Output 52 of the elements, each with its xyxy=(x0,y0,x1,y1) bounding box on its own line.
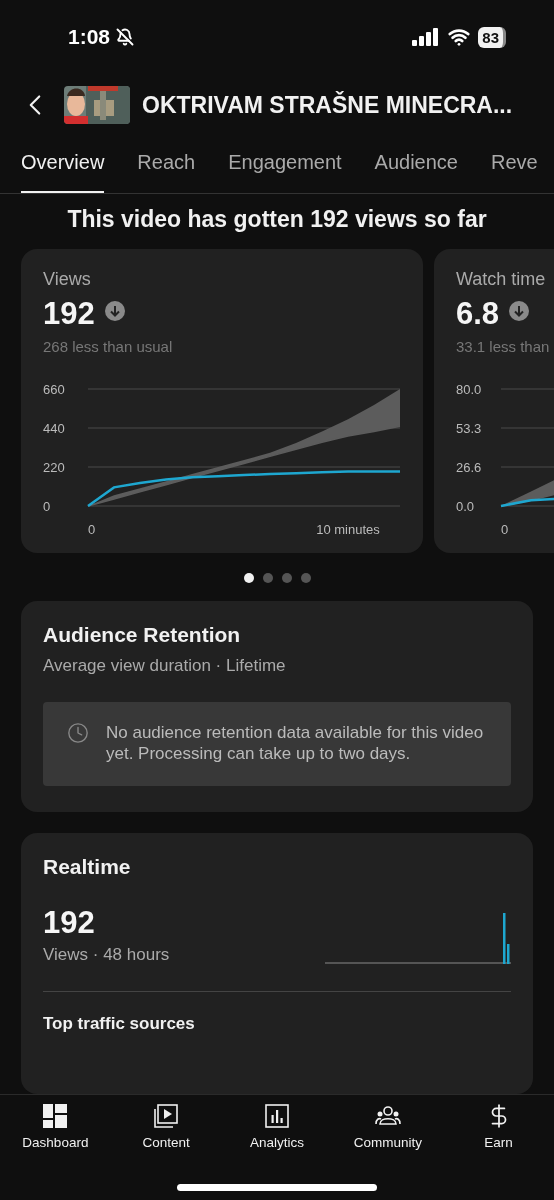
metric-label: Views xyxy=(43,269,92,290)
realtime-caption: Views · 48 hours xyxy=(43,945,170,965)
video-title: OKTRIVAM STRAŠNE MINECRA... xyxy=(142,91,513,119)
y-tick-label: 0.0 xyxy=(456,499,475,514)
tab[interactable]: Engagement xyxy=(228,134,342,193)
y-tick-label: 0 xyxy=(43,499,51,514)
nav-item[interactable]: Community xyxy=(337,1103,438,1150)
metric-label: Watch time xyxy=(456,269,547,290)
nav-item[interactable]: Earn xyxy=(448,1103,549,1150)
trend-line xyxy=(500,497,554,508)
y-tick-label: 440 xyxy=(43,421,65,436)
y-tick-label: 26.6 xyxy=(456,460,482,476)
battery-level: 83 xyxy=(478,26,506,48)
nav-item[interactable]: Analytics xyxy=(227,1103,327,1150)
y-tick-label: 53.3 xyxy=(456,421,482,437)
dashboard-icon xyxy=(42,1103,69,1129)
signal-icon xyxy=(412,28,441,46)
metric-card[interactable]: Views 192 268 less than usual 0 220 440 660 0 10 minutes xyxy=(21,249,423,553)
clock-icon xyxy=(67,722,89,744)
section-heading: Top traffic sources xyxy=(43,1014,196,1034)
bar-chart-icon xyxy=(264,1103,290,1129)
nav-item[interactable]: Dashboard xyxy=(5,1103,106,1150)
y-tick-label: 80.0 xyxy=(456,382,482,397)
card-subtitle: Average view duration · Lifetime xyxy=(43,656,287,676)
card-title: Realtime xyxy=(43,855,132,879)
metric-comparison: 268 less than usual xyxy=(43,338,174,355)
page-dot[interactable] xyxy=(262,573,273,583)
card-title: Audience Retention xyxy=(43,623,242,647)
bell-off-icon xyxy=(116,28,135,46)
metric-card[interactable]: Watch time 6.8 33.1 less than 0.0 26.6 53.3 80.0 0 xyxy=(434,249,554,553)
wifi-icon xyxy=(448,26,471,48)
metric-value: 6.8 xyxy=(456,296,500,332)
tab[interactable]: Audience xyxy=(374,134,458,193)
tab[interactable]: Reve xyxy=(491,134,538,193)
page-dot[interactable] xyxy=(300,573,311,583)
metric-comparison: 33.1 less than xyxy=(456,338,551,355)
realtime-value: 192 xyxy=(43,905,96,941)
tab[interactable]: Overview xyxy=(21,134,105,193)
y-tick-label: 220 xyxy=(43,460,65,475)
notice-text: No audience retention data available for this video yet. Processing can take up to two days. xyxy=(106,722,485,764)
page-dot[interactable] xyxy=(281,573,292,583)
nav-item[interactable]: Content xyxy=(116,1103,217,1150)
y-tick-label: 660 xyxy=(43,382,65,397)
clock-time: 1:08 xyxy=(68,25,111,49)
video-library-icon xyxy=(153,1103,180,1129)
metric-value: 192 xyxy=(43,296,95,332)
tab[interactable]: Reach xyxy=(137,134,196,193)
x-tick-label: 10 minutes xyxy=(316,522,380,537)
summary-headline: This video has gotten 192 views so far xyxy=(66,206,488,233)
page-dot[interactable] xyxy=(243,573,254,583)
x-axis-label: 0 xyxy=(501,522,509,537)
x-tick-label: 0 xyxy=(88,522,96,537)
